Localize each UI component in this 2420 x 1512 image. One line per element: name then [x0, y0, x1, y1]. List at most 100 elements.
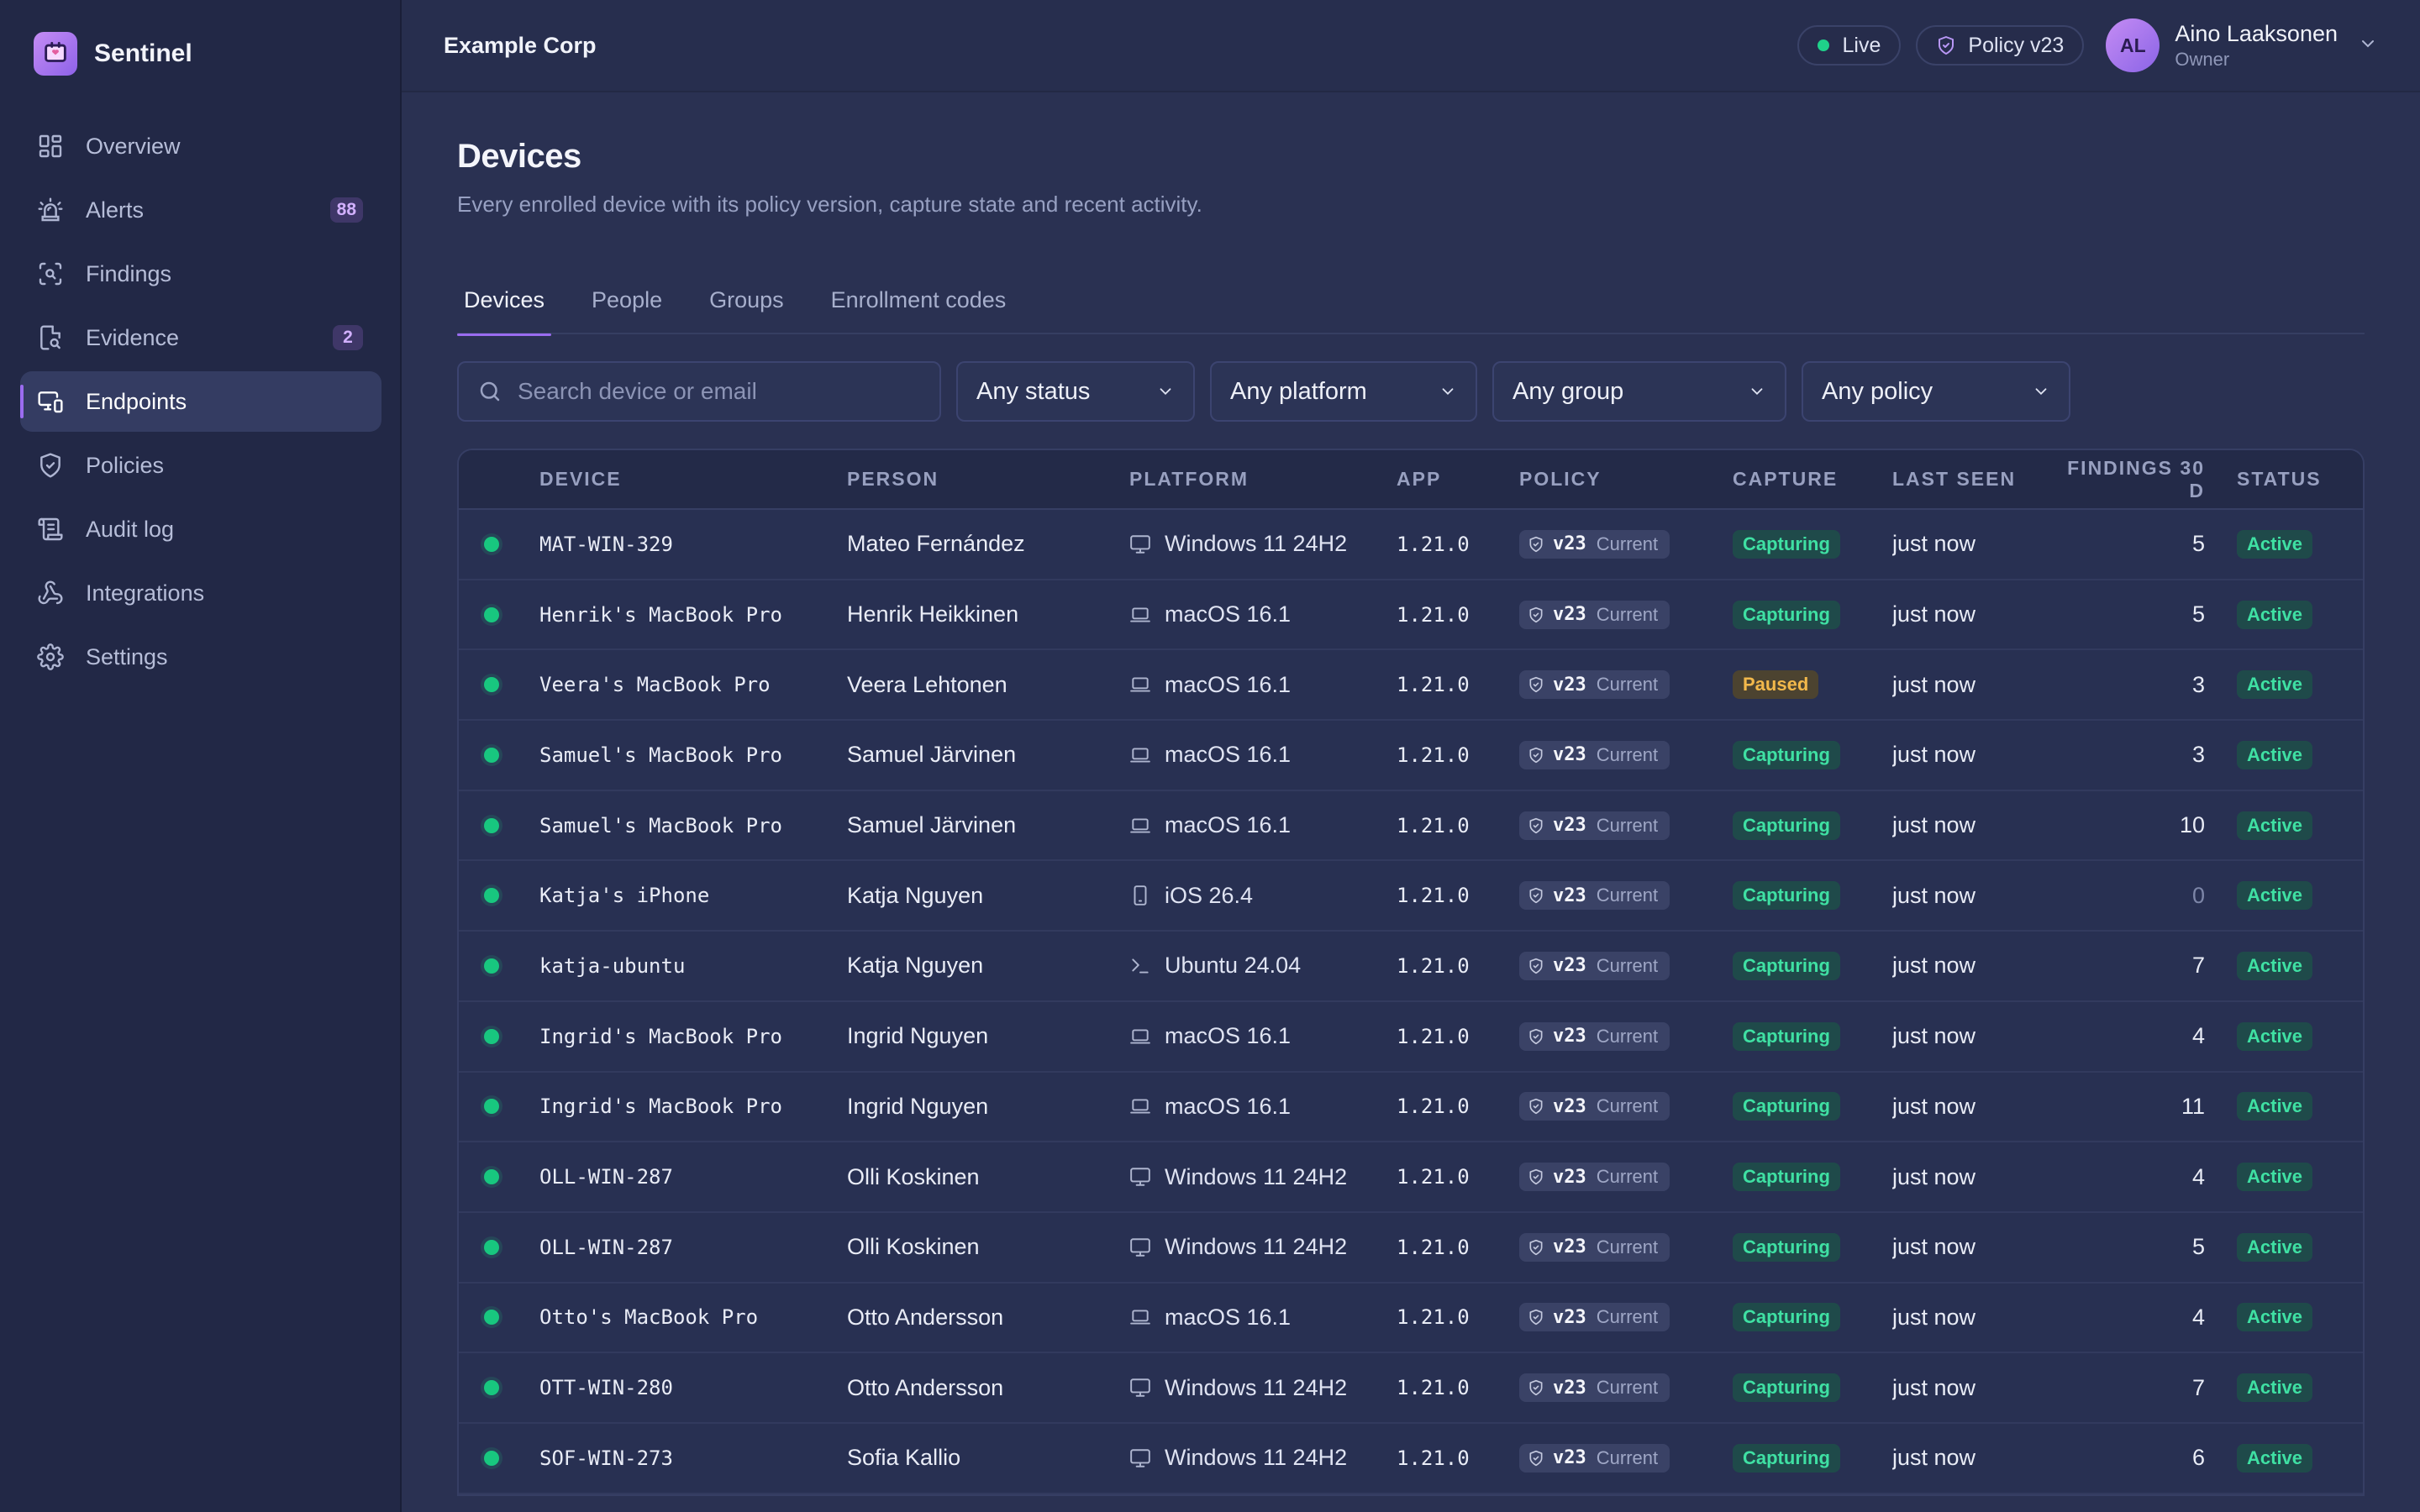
shield-check-icon — [1528, 536, 1544, 553]
findings-count: 3 — [2191, 742, 2205, 768]
person-name[interactable]: Olli Koskinen — [847, 1142, 1129, 1212]
brand[interactable]: Sentinel — [34, 32, 192, 76]
sidebar-item-label: Endpoints — [86, 388, 187, 414]
person-name[interactable]: Sofia Kallio — [847, 1423, 1129, 1494]
scroll-icon — [35, 514, 66, 544]
device-name[interactable]: Otto's MacBook Pro — [539, 1283, 847, 1353]
column-header-device[interactable]: DEVICE — [539, 450, 847, 510]
search-input[interactable] — [518, 378, 921, 405]
person-name[interactable]: Otto Andersson — [847, 1352, 1129, 1423]
sidebar-item-evidence[interactable]: Evidence 2 — [20, 307, 381, 368]
sidebar-item-policies[interactable]: Policies — [20, 435, 381, 496]
device-name[interactable]: katja-ubuntu — [539, 931, 847, 1001]
person-name[interactable]: Katja Nguyen — [847, 860, 1129, 931]
policy-version-chip[interactable]: Policy v23 — [1916, 25, 2085, 66]
policy-version: v23 — [1553, 604, 1586, 626]
chevron-down-icon[interactable] — [2358, 34, 2378, 58]
tab-bar: Devices People Groups Enrollment codes — [457, 267, 2365, 336]
table-row[interactable]: Samuel's MacBook Pro Samuel Järvinen mac… — [459, 720, 2363, 790]
capture-cell: Capturing — [1733, 790, 1892, 861]
column-header-findings[interactable]: FINDINGS 30 D — [2060, 450, 2237, 510]
column-header-indicator — [459, 450, 539, 510]
table-row[interactable]: Otto's MacBook Pro Otto Andersson macOS … — [459, 1283, 2363, 1353]
sidebar-item-alerts[interactable]: Alerts 88 — [20, 180, 381, 240]
avatar[interactable]: AL — [2106, 18, 2160, 72]
policy-filter-select[interactable]: Any policy — [1802, 361, 2070, 422]
group-filter-select[interactable]: Any group — [1492, 361, 1786, 422]
device-name[interactable]: OLL-WIN-287 — [539, 1212, 847, 1283]
status-cell: Active — [2237, 1072, 2363, 1142]
person-name[interactable]: Henrik Heikkinen — [847, 580, 1129, 650]
column-header-person[interactable]: PERSON — [847, 450, 1129, 510]
device-name[interactable]: Katja's iPhone — [539, 860, 847, 931]
tab-people[interactable]: People — [585, 267, 669, 334]
table-row[interactable]: MAT-WIN-329 Mateo Fernández Windows 11 2… — [459, 509, 2363, 580]
policy-state: Current — [1596, 1377, 1659, 1399]
table-body: MAT-WIN-329 Mateo Fernández Windows 11 2… — [459, 509, 2363, 1494]
person-name[interactable]: Veera Lehtonen — [847, 649, 1129, 720]
table-row[interactable]: OTT-WIN-280 Otto Andersson Windows 11 24… — [459, 1352, 2363, 1423]
status-cell: Active — [2237, 790, 2363, 861]
column-header-capture[interactable]: CAPTURE — [1733, 450, 1892, 510]
column-header-policy[interactable]: POLICY — [1519, 450, 1733, 510]
device-name[interactable]: Ingrid's MacBook Pro — [539, 1001, 847, 1072]
sidebar-item-label: Policies — [86, 452, 165, 478]
device-name[interactable]: OTT-WIN-280 — [539, 1352, 847, 1423]
person-name[interactable]: Samuel Järvinen — [847, 720, 1129, 790]
status-badge: Active — [2237, 1021, 2313, 1051]
person-name[interactable]: Olli Koskinen — [847, 1212, 1129, 1283]
online-cell — [459, 1212, 539, 1283]
sidebar-item-overview[interactable]: Overview — [20, 116, 381, 176]
device-name[interactable]: OLL-WIN-287 — [539, 1142, 847, 1212]
column-header-platform[interactable]: PLATFORM — [1129, 450, 1397, 510]
person-name[interactable]: Otto Andersson — [847, 1283, 1129, 1353]
user-menu[interactable]: Aino Laaksonen Owner — [2175, 21, 2338, 71]
online-cell — [459, 1283, 539, 1353]
table-row[interactable]: katja-ubuntu Katja Nguyen Ubuntu 24.04 1… — [459, 931, 2363, 1001]
person-name[interactable]: Mateo Fernández — [847, 509, 1129, 580]
person-name[interactable]: Ingrid Nguyen — [847, 1072, 1129, 1142]
capture-cell: Capturing — [1733, 580, 1892, 650]
status-filter-select[interactable]: Any status — [956, 361, 1195, 422]
table-row[interactable]: OLL-WIN-287 Olli Koskinen Windows 11 24H… — [459, 1142, 2363, 1212]
person-name[interactable]: Samuel Järvinen — [847, 790, 1129, 861]
tab-groups[interactable]: Groups — [702, 267, 791, 334]
table-row[interactable]: Henrik's MacBook Pro Henrik Heikkinen ma… — [459, 580, 2363, 650]
person-name[interactable]: Katja Nguyen — [847, 931, 1129, 1001]
device-name[interactable]: Henrik's MacBook Pro — [539, 580, 847, 650]
table-row[interactable]: Katja's iPhone Katja Nguyen iOS 26.4 1.2… — [459, 860, 2363, 932]
sidebar-item-settings[interactable]: Settings — [20, 627, 381, 687]
device-name[interactable]: Veera's MacBook Pro — [539, 649, 847, 720]
sidebar-item-findings[interactable]: Findings — [20, 244, 381, 304]
findings-count: 6 — [2191, 1445, 2205, 1471]
column-header-last-seen[interactable]: LAST SEEN — [1892, 450, 2060, 510]
column-header-status[interactable]: STATUS — [2237, 450, 2363, 510]
org-name[interactable]: Example Corp — [444, 33, 597, 59]
findings-count: 5 — [2191, 601, 2205, 627]
sidebar-item-integrations[interactable]: Integrations — [20, 563, 381, 623]
device-name[interactable]: Samuel's MacBook Pro — [539, 790, 847, 861]
sidebar-item-audit-log[interactable]: Audit log — [20, 499, 381, 559]
device-name[interactable]: MAT-WIN-329 — [539, 509, 847, 580]
live-status-chip[interactable]: Live — [1797, 25, 1902, 66]
person-name[interactable]: Ingrid Nguyen — [847, 1001, 1129, 1072]
sidebar-item-endpoints[interactable]: Endpoints — [20, 371, 381, 432]
tab-enrollment-codes[interactable]: Enrollment codes — [824, 267, 1013, 334]
chevron-down-icon — [1156, 382, 1175, 401]
table-row[interactable]: Ingrid's MacBook Pro Ingrid Nguyen macOS… — [459, 1072, 2363, 1142]
policy-pill: v23 Current — [1519, 529, 1670, 559]
device-name[interactable]: SOF-WIN-273 — [539, 1423, 847, 1494]
last-seen: just now — [1892, 671, 1976, 697]
platform-filter-select[interactable]: Any platform — [1210, 361, 1477, 422]
table-row[interactable]: Veera's MacBook Pro Veera Lehtonen macOS… — [459, 649, 2363, 721]
online-dot-icon — [484, 817, 499, 833]
column-header-app[interactable]: APP — [1397, 450, 1519, 510]
last-seen: just now — [1892, 1163, 1976, 1189]
table-row[interactable]: SOF-WIN-273 Sofia Kallio Windows 11 24H2… — [459, 1423, 2363, 1494]
device-name[interactable]: Samuel's MacBook Pro — [539, 720, 847, 790]
tab-devices[interactable]: Devices — [457, 267, 552, 336]
table-row[interactable]: Ingrid's MacBook Pro Ingrid Nguyen macOS… — [459, 1001, 2363, 1072]
table-row[interactable]: Samuel's MacBook Pro Samuel Järvinen mac… — [459, 790, 2363, 861]
table-row[interactable]: OLL-WIN-287 Olli Koskinen Windows 11 24H… — [459, 1212, 2363, 1283]
device-name[interactable]: Ingrid's MacBook Pro — [539, 1072, 847, 1142]
